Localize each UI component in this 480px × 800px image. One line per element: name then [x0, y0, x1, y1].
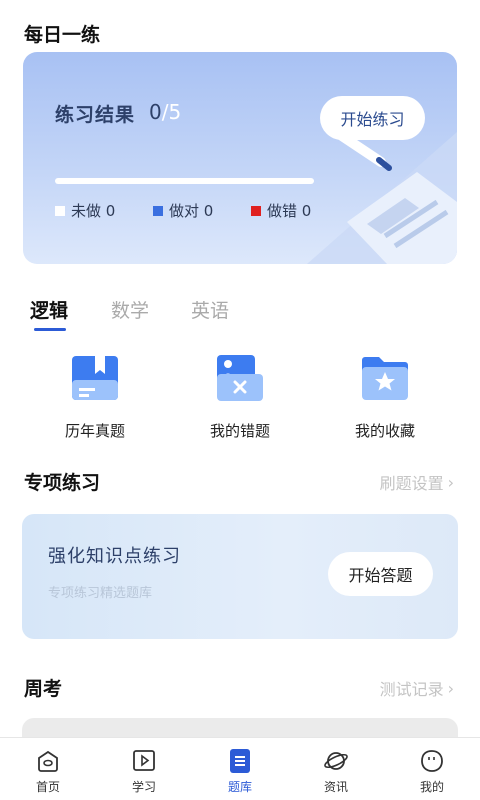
nav-label: 资讯	[323, 780, 348, 794]
question-bank-icon	[230, 749, 250, 773]
daily-practice-title: 每日一练	[24, 24, 101, 46]
bottom-navigation: 首页 学习 题库 资讯 我的	[0, 737, 480, 800]
play-icon	[133, 750, 155, 771]
chevron-right-icon: ›	[447, 678, 454, 698]
past-exams-label: 历年真题	[64, 422, 125, 440]
legend-label: 做错	[267, 202, 298, 220]
practice-settings-label: 刷题设置	[379, 474, 444, 493]
profile-icon	[421, 750, 443, 772]
nav-label: 我的	[419, 780, 444, 794]
legend-unanswered: 未做 0	[55, 200, 115, 221]
paper-pen-illustration	[307, 132, 457, 264]
legend-wrong: 做错 0	[251, 200, 311, 221]
wrong-questions-label: 我的错题	[209, 422, 270, 440]
nav-study[interactable]: 学习	[96, 738, 192, 800]
legend-label: 未做	[71, 202, 102, 220]
practice-settings-link[interactable]: 刷题设置 ›	[380, 470, 454, 494]
nav-question-bank[interactable]: 题库	[192, 738, 288, 800]
nav-label: 学习	[131, 780, 156, 794]
chevron-right-icon: ›	[447, 472, 454, 492]
done-count: 0	[149, 100, 162, 124]
special-practice-title: 专项练习	[24, 472, 101, 494]
special-practice-card: 强化知识点练习 专项练习精选题库 开始答题	[22, 514, 458, 639]
test-records-link[interactable]: 测试记录 ›	[380, 676, 454, 700]
home-icon	[38, 750, 58, 772]
result-score: 0/5	[149, 100, 181, 124]
legend-swatch	[251, 205, 261, 216]
result-label: 练习结果	[55, 104, 136, 126]
active-tab-indicator	[34, 328, 66, 331]
special-card-title: 强化知识点练习	[48, 546, 181, 567]
nav-label: 题库	[227, 780, 252, 794]
star-folder-icon	[362, 357, 408, 400]
tab-math[interactable]: 数学	[111, 296, 149, 323]
nav-news[interactable]: 资讯	[288, 738, 384, 800]
legend-count: 0	[105, 201, 116, 220]
tab-english[interactable]: 英语	[191, 296, 229, 323]
nav-label: 首页	[35, 780, 60, 794]
daily-practice-card: 练习结果 0/5 开始练习 未做 0 做对 0 做错 0	[23, 52, 457, 264]
favorites-label: 我的收藏	[354, 422, 415, 440]
past-exams-entry[interactable]: 历年真题	[40, 352, 150, 441]
favorites-entry[interactable]: 我的收藏	[330, 352, 440, 441]
legend-label: 做对	[169, 202, 200, 220]
test-records-label: 测试记录	[379, 680, 444, 699]
nav-mine[interactable]: 我的	[384, 738, 480, 800]
planet-icon	[324, 752, 348, 770]
legend-swatch	[153, 205, 163, 216]
tab-logic[interactable]: 逻辑	[30, 296, 68, 323]
wrong-question-icon	[217, 355, 263, 401]
nav-home[interactable]: 首页	[0, 738, 96, 800]
special-card-subtitle: 专项练习精选题库	[48, 586, 153, 601]
start-answering-button[interactable]: 开始答题	[328, 552, 433, 596]
weekly-test-title: 周考	[24, 678, 63, 700]
legend-count: 0	[203, 201, 214, 220]
total-count: 5	[168, 100, 182, 124]
legend-swatch	[55, 205, 65, 216]
legend-correct: 做对 0	[153, 200, 213, 221]
book-icon	[72, 356, 118, 400]
progress-bar	[55, 178, 314, 184]
wrong-questions-entry[interactable]: 我的错题	[185, 352, 295, 441]
